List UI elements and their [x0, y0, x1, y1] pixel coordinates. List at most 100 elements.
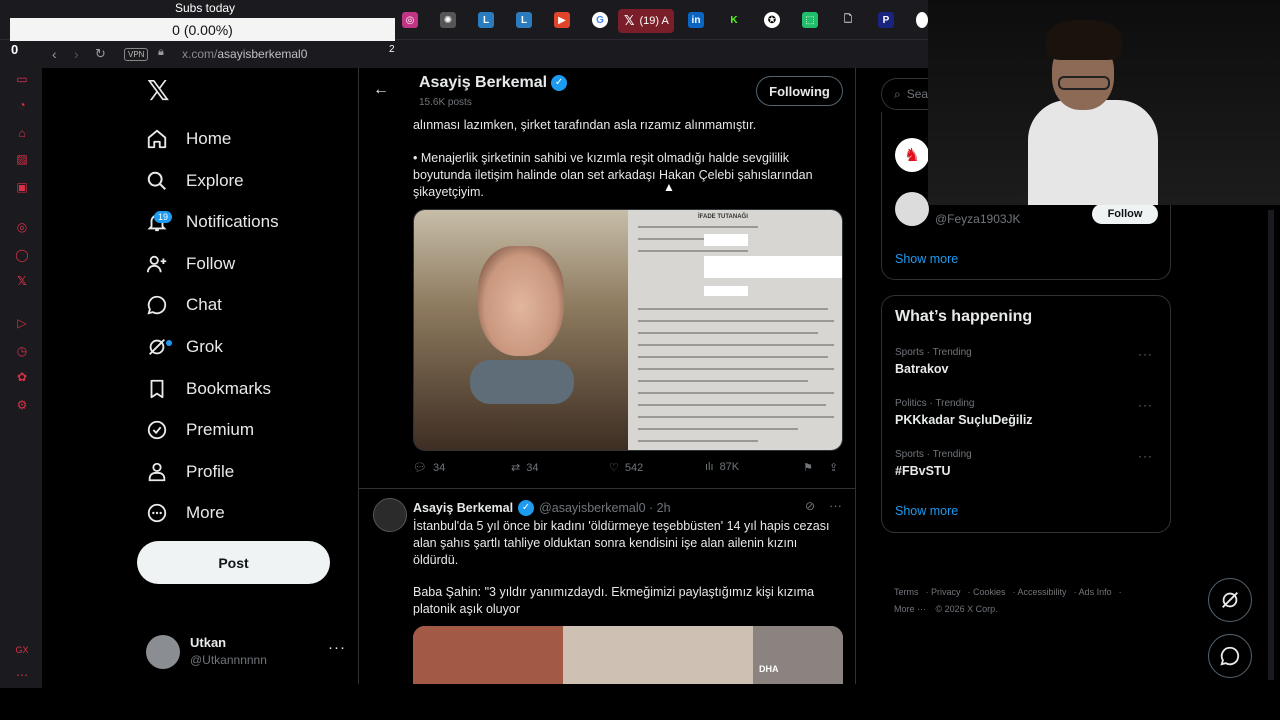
more-icon[interactable]: ···: [829, 498, 842, 513]
avatar[interactable]: [895, 192, 929, 226]
nav-label-profile: Profile: [186, 462, 235, 481]
tweet-author-handle[interactable]: @asayisberkemal0 · 2h: [539, 501, 671, 515]
sidebar-panel-icon-2[interactable]: ◔: [15, 98, 29, 112]
chatgpt-tab-icon[interactable]: ✺: [440, 12, 456, 28]
url-field[interactable]: x.com/asayisberkemal0: [182, 47, 307, 61]
nav-item-follow[interactable]: Follow: [146, 244, 235, 284]
account-switcher[interactable]: Utkan @Utkannnnnn ···: [146, 633, 346, 673]
sidebar-panel-icon-1[interactable]: ▭: [15, 72, 29, 86]
chat-fab-button[interactable]: [1208, 634, 1252, 678]
x-logo-icon[interactable]: 𝕏: [147, 77, 173, 105]
sidebar-x-icon[interactable]: 𝕏: [15, 274, 29, 288]
footer-link[interactable]: Accessibility: [1018, 587, 1067, 597]
grok-icon[interactable]: ⊘: [805, 499, 815, 513]
kick-tab-icon[interactable]: K: [726, 12, 742, 28]
more-icon[interactable]: ···: [1138, 347, 1153, 361]
post-button[interactable]: Post: [137, 541, 330, 584]
nav-label-home: Home: [186, 129, 232, 148]
nav-item-more[interactable]: More: [146, 493, 225, 533]
nav-item-grok[interactable]: Grok: [146, 327, 223, 367]
views-button[interactable]: ılı 87K: [705, 461, 739, 473]
nav-item-profile[interactable]: Profile: [146, 452, 234, 492]
star-tab-icon[interactable]: ✪: [764, 12, 780, 28]
more-icon[interactable]: ···: [1138, 449, 1153, 463]
trend-item[interactable]: Sports · Trending #FBvSTU ···: [895, 449, 1159, 478]
more-icon[interactable]: ···: [1138, 398, 1153, 412]
sidebar-gx-icon[interactable]: GX: [15, 643, 29, 657]
trend-meta: Sports · Trending: [895, 449, 972, 460]
green-tab-icon[interactable]: ⬚: [802, 12, 818, 28]
footer-link[interactable]: Ads Info: [1079, 587, 1112, 597]
sidebar-more-icon[interactable]: ⋯: [15, 668, 29, 682]
active-tab-x[interactable]: 𝕏 (19) A: [618, 9, 674, 33]
tweet-media-image[interactable]: DHA: [413, 626, 843, 684]
document-tab-icon[interactable]: 🗋: [840, 12, 856, 28]
grok-icon: [1222, 592, 1238, 608]
sidebar-history-icon[interactable]: ◷: [15, 344, 29, 358]
reply-button[interactable]: 💬︎ 34: [413, 461, 445, 475]
trend-item[interactable]: Politics · Trending PKKkadar SuçluDeğili…: [895, 398, 1159, 427]
following-button[interactable]: Following: [756, 76, 843, 106]
sidebar-settings-icon[interactable]: ⚙: [15, 398, 29, 412]
follow-button[interactable]: Follow: [1092, 204, 1158, 224]
tab-icon-l2[interactable]: L: [516, 12, 532, 28]
nav-item-notifications[interactable]: 19 Notifications: [146, 202, 279, 242]
photo-headphones: [470, 360, 574, 404]
footer-more-link[interactable]: More ···: [894, 604, 926, 614]
footer-link[interactable]: Cookies: [973, 587, 1006, 597]
account-more-icon[interactable]: ···: [328, 639, 346, 656]
nav-item-premium[interactable]: Premium: [146, 410, 254, 450]
profile-name: Asayiş Berkemal ✓: [419, 74, 568, 92]
trend-item[interactable]: Sports · Trending Batrakov ···: [895, 347, 1159, 376]
like-button[interactable]: ♡ 542: [609, 461, 643, 475]
instagram-tab-icon[interactable]: ◎: [402, 12, 418, 28]
nav-item-explore[interactable]: Explore: [146, 161, 244, 201]
sidebar-instagram-icon[interactable]: ◎: [15, 220, 29, 234]
nav-item-home[interactable]: Home: [146, 119, 231, 159]
footer-link[interactable]: Terms: [894, 587, 919, 597]
repost-button[interactable]: ⇄ 34: [511, 461, 538, 475]
bookmark-icon: ⚑: [803, 462, 813, 474]
google-tab-icon[interactable]: G: [592, 12, 608, 28]
tweet-media-image[interactable]: İFADE TUTANAĞI: [413, 209, 843, 451]
extra-tab-icon[interactable]: [916, 12, 928, 28]
sidebar-whatsapp-icon[interactable]: ◯: [15, 248, 29, 262]
back-arrow-icon[interactable]: ←: [373, 81, 389, 99]
tweet-author-name[interactable]: Asayiş Berkemal: [413, 501, 513, 515]
linkedin-tab-icon[interactable]: in: [688, 12, 704, 28]
sidebar-panel-icon-5[interactable]: ▣: [15, 180, 29, 194]
suggested-user-handle[interactable]: @Feyza1903JK: [935, 212, 1021, 226]
person-icon: [148, 462, 166, 482]
scrollbar[interactable]: [1268, 210, 1274, 680]
tab-icon-l1[interactable]: L: [478, 12, 494, 28]
sidebar-panel-icon-3[interactable]: ⌂: [15, 126, 29, 140]
sidebar-panel-icon-4[interactable]: ▨: [15, 152, 29, 166]
tab-icon-p[interactable]: P: [878, 12, 894, 28]
share-button[interactable]: ⇪: [829, 461, 838, 474]
avatar[interactable]: [373, 498, 407, 532]
tweet-text: İstanbul'da 5 yıl önce bir kadını 'öldür…: [413, 519, 830, 567]
lock-icon[interactable]: 🔒︎: [158, 46, 164, 59]
vpn-badge[interactable]: VPN: [124, 48, 149, 61]
reload-icon[interactable]: ↻: [95, 46, 106, 62]
search-icon: ⌕: [894, 86, 901, 101]
back-arrow-icon[interactable]: ‹: [52, 46, 57, 62]
grok-new-dot: [166, 340, 172, 346]
show-more-link[interactable]: Show more: [895, 252, 958, 266]
address-bar: ‹ › ↻ VPN 🔒︎ x.com/asayisberkemal0: [0, 40, 928, 68]
nav-label-bookmarks: Bookmarks: [186, 379, 272, 398]
forward-arrow-icon[interactable]: ›: [74, 46, 79, 62]
bookmark-icon: [150, 379, 164, 399]
media-tab-icon[interactable]: ▶: [554, 12, 570, 28]
footer-link[interactable]: Privacy: [931, 587, 961, 597]
bookmark-button[interactable]: ⚑: [803, 461, 813, 474]
grok-fab-button[interactable]: [1208, 578, 1252, 622]
subs-today-bar: 0 (0.00%): [10, 18, 395, 41]
avatar[interactable]: ♞: [895, 138, 929, 172]
show-more-link[interactable]: Show more: [895, 504, 958, 518]
sidebar-play-icon[interactable]: ▷: [15, 316, 29, 330]
nav-item-bookmarks[interactable]: Bookmarks: [146, 369, 271, 409]
nav-item-chat[interactable]: Chat: [146, 285, 222, 325]
footer-links: Terms · Privacy · Cookies · Accessibility · …: [894, 587, 1122, 614]
sidebar-extension-icon[interactable]: ✿: [15, 370, 29, 384]
